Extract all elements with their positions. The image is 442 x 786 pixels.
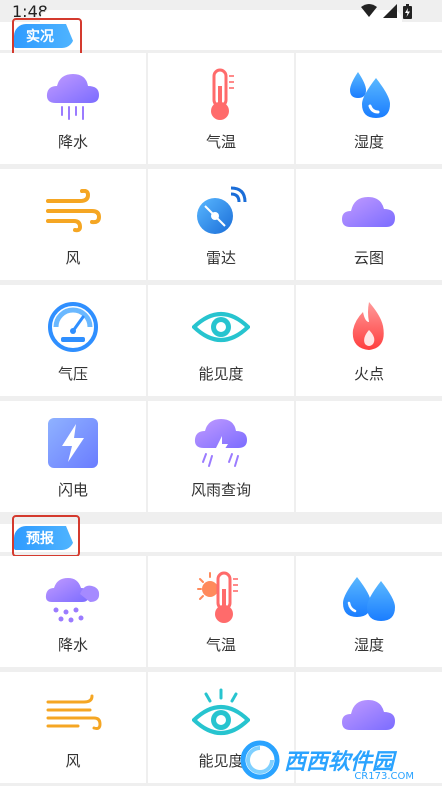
tile-label: 闪电 bbox=[57, 481, 88, 499]
battery-icon bbox=[403, 4, 412, 19]
status-icons bbox=[361, 4, 412, 19]
lightning-icon bbox=[43, 415, 103, 471]
rain-cloud-icon bbox=[43, 570, 103, 626]
tile-forecast-humidity[interactable]: 湿度 bbox=[296, 556, 442, 667]
tile-live-cloudmap[interactable]: 云图 bbox=[296, 169, 442, 280]
tile-forecast-wind[interactable]: 风 bbox=[0, 672, 146, 783]
tile-live-wind[interactable]: 风 bbox=[0, 169, 146, 280]
watermark-subtext: CR173.COM bbox=[354, 771, 414, 782]
tile-forecast-temperature[interactable]: 气温 bbox=[148, 556, 294, 667]
wind-icon bbox=[43, 686, 103, 742]
water-drops-icon bbox=[339, 570, 399, 626]
tile-live-humidity[interactable]: 湿度 bbox=[296, 53, 442, 164]
wifi-icon bbox=[361, 4, 377, 17]
watermark-logo-icon bbox=[240, 740, 280, 780]
tile-label: 雷达 bbox=[205, 249, 236, 267]
tile-live-visibility[interactable]: 能见度 bbox=[148, 285, 294, 396]
tile-label: 气温 bbox=[205, 133, 236, 151]
tile-label: 风雨查询 bbox=[190, 481, 251, 499]
tile-label: 湿度 bbox=[353, 636, 384, 654]
cloud-icon bbox=[339, 183, 399, 239]
tile-label: 降水 bbox=[57, 636, 88, 654]
tile-label: 云图 bbox=[353, 249, 384, 267]
rain-cloud-icon bbox=[43, 67, 103, 123]
gauge-icon bbox=[43, 299, 103, 355]
tile-label: 气温 bbox=[205, 636, 236, 654]
tile-label: 火点 bbox=[353, 365, 384, 383]
tile-empty bbox=[296, 401, 442, 512]
signal-icon bbox=[383, 4, 397, 18]
radar-dish-icon bbox=[191, 183, 251, 239]
tile-label: 降水 bbox=[57, 133, 88, 151]
storm-cloud-icon bbox=[191, 415, 251, 471]
tile-label: 气压 bbox=[57, 365, 88, 383]
sun-thermometer-icon bbox=[191, 570, 251, 626]
flame-icon bbox=[339, 299, 399, 355]
tile-live-precipitation[interactable]: 降水 bbox=[0, 53, 146, 164]
wind-icon bbox=[43, 183, 103, 239]
eye-icon bbox=[191, 299, 251, 355]
tile-live-temperature[interactable]: 气温 bbox=[148, 53, 294, 164]
tile-label: 能见度 bbox=[198, 365, 244, 383]
tile-label: 风 bbox=[65, 249, 81, 267]
water-drops-icon bbox=[339, 67, 399, 123]
tile-live-pressure[interactable]: 气压 bbox=[0, 285, 146, 396]
sheet-top-edge bbox=[40, 10, 402, 22]
live-grid: 降水 气温 湿度 风 雷达 云图 气压 能见度 火点 闪电 风雨查询 bbox=[0, 53, 442, 512]
tile-forecast-precipitation[interactable]: 降水 bbox=[0, 556, 146, 667]
tile-live-storm-query[interactable]: 风雨查询 bbox=[148, 401, 294, 512]
tile-live-radar[interactable]: 雷达 bbox=[148, 169, 294, 280]
tile-live-lightning[interactable]: 闪电 bbox=[0, 401, 146, 512]
thermometer-icon bbox=[191, 67, 251, 123]
highlight-box-forecast bbox=[12, 515, 80, 557]
tile-live-firepoint[interactable]: 火点 bbox=[296, 285, 442, 396]
site-watermark: 西西软件园 CR173.COM bbox=[232, 734, 442, 786]
tile-label: 湿度 bbox=[353, 133, 384, 151]
tile-label: 风 bbox=[65, 752, 81, 770]
